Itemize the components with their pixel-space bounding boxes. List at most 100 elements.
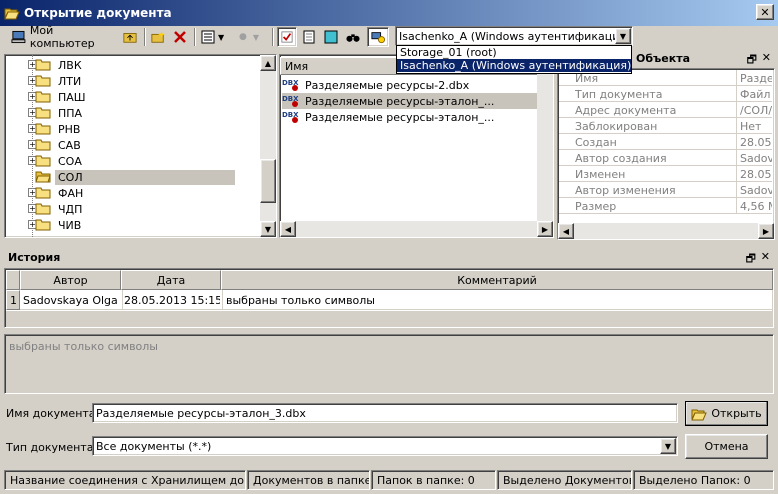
connection-dropdown-button[interactable]: ▼ [615, 28, 631, 44]
tree-item[interactable]: + РНВ [28, 121, 83, 137]
document-view-button[interactable] [299, 27, 319, 47]
property-value: Файл [740, 88, 771, 101]
name-column-header: Имя [285, 59, 309, 73]
tree-item[interactable]: + ППА [28, 105, 85, 121]
open-button-label: Открыть [711, 407, 762, 420]
preview-button[interactable] [321, 27, 341, 47]
status-selected-folders: Выделено Папок: 0 [633, 470, 774, 490]
tree-item[interactable]: + САВ [28, 137, 84, 153]
date-header-label: Дата [156, 273, 186, 287]
tree-item[interactable]: + ЧДП [28, 201, 85, 217]
scroll-thumb[interactable] [260, 159, 276, 203]
tree-item[interactable]: + СОА [28, 153, 85, 169]
table-row[interactable]: 1 Sadovskaya Olga 28.05.2013 15:15... вы… [6, 290, 773, 310]
cancel-button[interactable]: Отмена [685, 434, 768, 459]
property-row[interactable]: Заблокирован Нет [559, 118, 772, 134]
tree-scrollbar[interactable]: ▲ ▼ [260, 55, 276, 237]
disabled-button: ● ▼ [236, 27, 268, 47]
connection-select[interactable]: Isachenko_A (Windows аутентификация) ▼ [395, 26, 633, 46]
property-row[interactable]: Автор изменения Sadovs [559, 182, 772, 198]
close-icon[interactable]: ✕ [762, 51, 771, 64]
property-row[interactable]: Создан 28.05.2 [559, 134, 772, 150]
status-folders-in-folder: Папок в папке: 0 [371, 470, 496, 490]
checkbox-view-button[interactable] [277, 27, 297, 47]
cell-divider [736, 182, 737, 197]
chevron-down-icon: ▼ [619, 31, 627, 41]
folder-icon [35, 219, 51, 231]
connection-icon [371, 32, 385, 44]
close-icon[interactable]: ✕ [761, 250, 770, 263]
view-mode-button[interactable]: ▼ [198, 27, 234, 47]
comment-textarea[interactable]: выбраны только символы [4, 334, 774, 394]
checkmark-icon [281, 31, 293, 43]
author-column-header[interactable]: Автор [20, 270, 121, 290]
connection-option-selected[interactable]: Isachenko_A (Windows аутентификация) [397, 59, 631, 72]
history-title: История [8, 250, 61, 264]
scroll-right-button[interactable]: ▶ [758, 223, 774, 239]
cell-divider [736, 134, 737, 149]
folder-icon [35, 171, 51, 183]
properties-title: Объекта [636, 51, 691, 65]
doc-type-select[interactable]: Все документы (*.*) ▼ [92, 436, 678, 456]
scroll-up-button[interactable]: ▲ [260, 55, 276, 71]
up-folder-button[interactable] [120, 27, 140, 47]
tree-item[interactable]: + ЧИВ [28, 217, 84, 233]
restore-icon[interactable]: 🗗 [746, 250, 756, 269]
comment-cell: выбраны только символы [226, 294, 375, 307]
dot-icon: ● [239, 32, 247, 42]
folder-icon [35, 187, 51, 199]
open-button[interactable]: Открыть [685, 401, 768, 426]
search-button[interactable] [343, 27, 363, 47]
file-item[interactable]: DBX Разделяемые ресурсы-эталон_... [282, 109, 494, 125]
tree-item[interactable]: СОЛ [35, 169, 235, 185]
scroll-left-button[interactable]: ◀ [280, 221, 296, 237]
toolbar-separator [144, 28, 146, 46]
toolbar-separator [194, 28, 196, 46]
connection-button[interactable] [367, 27, 389, 47]
property-row[interactable]: Изменен 28.05.2 [559, 166, 772, 182]
folder-icon [35, 59, 51, 71]
tree-item-label: СОА [58, 154, 82, 168]
property-name: Автор изменения [575, 184, 676, 197]
doc-type-dropdown-button[interactable]: ▼ [660, 438, 676, 454]
delete-button[interactable] [170, 27, 190, 47]
doc-name-label: Имя документа: [6, 407, 100, 420]
date-column-header[interactable]: Дата [121, 270, 221, 290]
document-icon [303, 30, 315, 44]
property-row[interactable]: Адрес документа/СОЛ/ [559, 102, 772, 118]
comment-column-header[interactable]: Комментарий [221, 270, 773, 290]
new-folder-button[interactable] [148, 27, 168, 47]
files-hscrollbar[interactable]: ◀ ▶ [280, 221, 553, 237]
property-row[interactable]: Тип документа Файл [559, 86, 772, 102]
toolbar-separator [272, 28, 274, 46]
close-button[interactable]: ✕ [756, 4, 774, 20]
status-docs-in-folder: Документов в папке: 3 [247, 470, 370, 490]
open-folder-icon [4, 8, 20, 20]
file-item[interactable]: DBX Разделяемые ресурсы-эталон_... [282, 93, 544, 109]
scroll-right-button[interactable]: ▶ [537, 221, 553, 237]
connection-dropdown-list: Storage_01 (root) Isachenko_A (Windows а… [396, 45, 632, 74]
files-scrollbar[interactable]: ▲ [537, 55, 553, 221]
connection-option[interactable]: Storage_01 (root) [397, 46, 631, 59]
doc-type-value: Все документы (*.*) [96, 440, 212, 453]
dbx-file-icon: DBX [282, 111, 299, 123]
dropdown-arrow-icon: ▼ [218, 32, 225, 42]
tree-item-label: РНВ [58, 122, 81, 136]
property-row[interactable]: Размер 4,56 М [559, 198, 772, 214]
scroll-left-button[interactable]: ◀ [558, 223, 574, 239]
new-folder-icon [151, 30, 165, 43]
props-hscrollbar[interactable]: ◀ ▶ [558, 223, 774, 239]
tree-item[interactable]: + ЛТИ [28, 73, 84, 89]
properties-panel: Имя Разде Тип документа Файл Адрес документа… [557, 68, 775, 240]
file-item[interactable]: DBX Разделяемые ресурсы-2.dbx [282, 77, 469, 93]
up-folder-icon [123, 33, 137, 43]
tree-item[interactable]: + ЛВК [28, 57, 85, 73]
tree-item[interactable]: + ФАН [28, 185, 86, 201]
scroll-down-button[interactable]: ▼ [260, 221, 276, 237]
cell-divider [736, 70, 737, 85]
doc-name-input[interactable]: Разделяемые ресурсы-эталон_3.dbx [92, 403, 678, 423]
my-computer-button[interactable]: Мой компьютер [8, 24, 118, 50]
tree-item[interactable]: + ПАШ [28, 89, 89, 105]
table-empty-area [6, 311, 773, 327]
property-row[interactable]: Автор создания Sadovs [559, 150, 772, 166]
